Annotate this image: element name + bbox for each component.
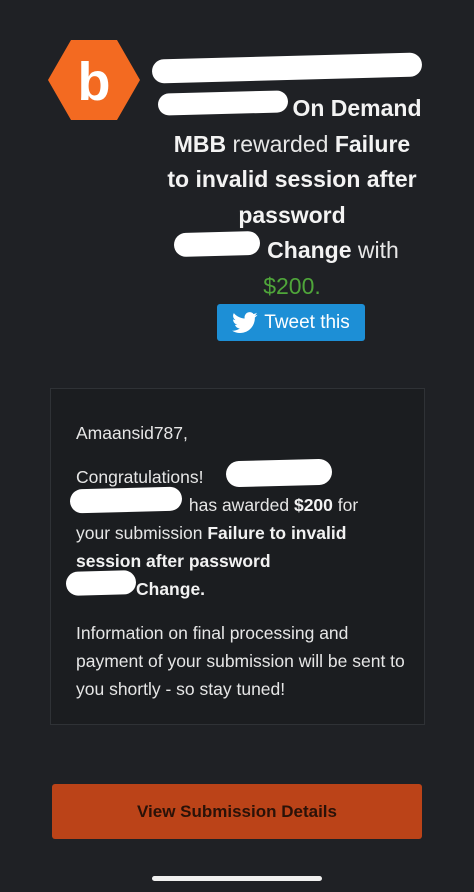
logo-letter: b — [78, 52, 111, 112]
redaction-mark — [65, 570, 137, 596]
redaction-mark — [225, 458, 333, 488]
message-change: Change. — [136, 579, 206, 599]
headline-title-2: to invalid session after — [167, 166, 417, 192]
twitter-bird-icon — [232, 311, 258, 333]
home-indicator — [152, 876, 322, 881]
tweet-this-button[interactable]: Tweet this — [217, 304, 365, 341]
headline-change: Change — [267, 237, 352, 263]
message-greeting: Amaansid787, — [76, 423, 188, 443]
headline-mbb: MBB — [173, 130, 227, 157]
message-congrats: Congratulations! — [76, 467, 204, 487]
message-your-submission: your submission — [76, 523, 203, 543]
view-submission-details-button[interactable]: View Submission Details — [52, 784, 422, 839]
headline-title-3: password — [238, 201, 346, 228]
headline-title-1: Failure — [334, 130, 411, 157]
message-card: Amaansid787, Congratulations! has awarde… — [50, 388, 425, 725]
headline-amount: $200. — [263, 272, 321, 299]
headline-rewarded: rewarded — [232, 130, 329, 157]
headline-on-demand: On Demand — [292, 95, 422, 121]
message-info: Information on final processing and paym… — [76, 623, 405, 699]
cta-label: View Submission Details — [137, 801, 337, 821]
tweet-this-label: Tweet this — [264, 311, 350, 333]
message-has-awarded: has awarded — [188, 495, 290, 515]
award-notification-screen: b On Demand MBB rewarded Failure to inva… — [0, 0, 474, 892]
headline-with: with — [357, 237, 399, 263]
message-for: for — [337, 495, 359, 515]
bugcrowd-logo: b — [48, 40, 140, 120]
award-headline: On Demand MBB rewarded Failure to invali… — [150, 56, 434, 304]
redaction-mark — [69, 486, 183, 514]
message-amount: $200 — [293, 495, 333, 515]
